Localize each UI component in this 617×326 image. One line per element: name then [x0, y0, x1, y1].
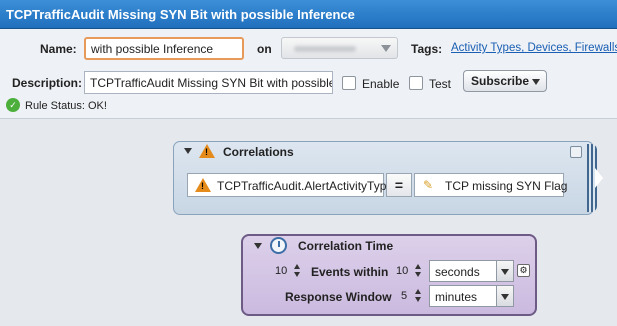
correlation-time-title: Correlation Time — [298, 239, 394, 253]
link-icon[interactable]: ⚙ — [517, 264, 530, 277]
on-label: on — [257, 42, 272, 56]
events-label: Events within — [311, 265, 389, 279]
events-count[interactable]: 10 — [275, 265, 287, 277]
operator-equals[interactable]: = — [386, 173, 412, 197]
collapse-triangle-icon[interactable] — [254, 243, 262, 249]
tags-label: Tags: — [411, 42, 443, 56]
collapse-triangle-icon[interactable] — [184, 148, 192, 154]
pencil-icon: ✎ — [423, 178, 434, 192]
chevron-down-icon — [532, 79, 540, 85]
test-checkbox[interactable] — [409, 76, 423, 90]
response-value[interactable]: 5 — [401, 290, 407, 302]
chevron-down-icon[interactable] — [497, 260, 514, 282]
response-stepper-icon[interactable] — [415, 289, 421, 303]
clock-icon — [270, 237, 287, 254]
response-unit-select[interactable]: minutes — [429, 285, 497, 307]
rule-status: Rule Status: OK! — [25, 100, 107, 112]
blurred-value — [294, 46, 356, 52]
panel-options-icon[interactable] — [570, 146, 582, 158]
description-label: Description: — [12, 76, 83, 90]
connector-arrow-icon — [595, 168, 603, 188]
within-stepper-icon[interactable] — [415, 264, 421, 278]
check-circle-icon: ✓ — [6, 98, 20, 112]
events-stepper-icon[interactable] — [294, 264, 300, 278]
within-unit-select[interactable]: seconds — [429, 260, 497, 282]
subscribe-label: Subscribe — [471, 74, 530, 88]
name-input[interactable]: with possible Inference — [84, 37, 244, 60]
chevron-down-icon[interactable] — [497, 285, 514, 307]
target-select[interactable] — [281, 37, 398, 59]
within-value[interactable]: 10 — [396, 265, 408, 277]
description-input[interactable]: TCPTrafficAudit Missing SYN Bit with pos… — [84, 71, 333, 94]
warning-triangle-icon: ! — [199, 144, 215, 158]
window-title: TCPTrafficAudit Missing SYN Bit with pos… — [0, 0, 617, 29]
left-operand-chip[interactable]: ! TCPTrafficAudit.AlertActivityType — [187, 173, 393, 197]
enable-label: Enable — [362, 77, 400, 91]
subscribe-dropdown[interactable]: Subscribe — [463, 70, 547, 92]
right-operand-label: TCP missing SYN Flag — [445, 179, 568, 193]
right-operand-chip[interactable]: ✎ TCP missing SYN Flag — [414, 173, 568, 197]
tags-link[interactable]: Activity Types, Devices, Firewalls, ... — [451, 42, 617, 54]
response-label: Response Window — [285, 290, 392, 304]
chevron-down-icon — [381, 45, 391, 52]
enable-checkbox[interactable] — [342, 76, 356, 90]
test-label: Test — [429, 77, 452, 91]
left-operand-label: TCPTrafficAudit.AlertActivityType — [217, 179, 394, 193]
name-label: Name: — [40, 42, 77, 56]
warning-triangle-icon: ! — [195, 178, 211, 192]
correlations-title: Correlations — [223, 145, 294, 159]
